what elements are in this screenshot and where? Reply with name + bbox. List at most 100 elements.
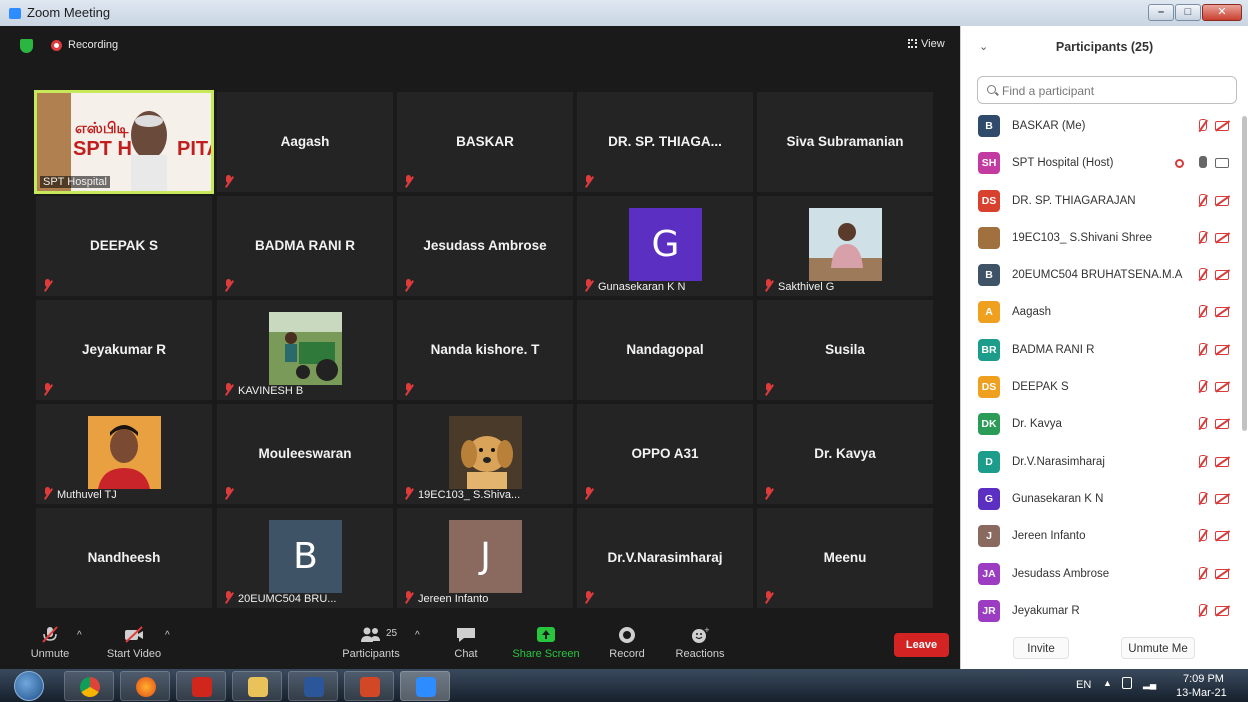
participant-row[interactable]: G Gunasekaran K N bbox=[961, 481, 1241, 518]
close-button[interactable]: ✕ bbox=[1202, 4, 1242, 21]
muted-mic-icon bbox=[223, 175, 234, 187]
clock-time[interactable]: 7:09 PM bbox=[1183, 673, 1224, 685]
video-tile[interactable]: KAVINESH B bbox=[217, 300, 393, 400]
video-tile[interactable]: Muthuvel TJ bbox=[36, 404, 212, 504]
tile-participant-name: DEEPAK S bbox=[89, 238, 158, 253]
language-indicator[interactable]: EN bbox=[1076, 679, 1091, 691]
audio-options-chevron-icon[interactable]: ^ bbox=[77, 630, 82, 641]
tile-participant-name: Mouleeswaran bbox=[258, 446, 352, 461]
mic-muted-icon bbox=[1196, 603, 1208, 618]
title-bar: Zoom Meeting – □ ✕ bbox=[0, 0, 1248, 26]
chat-button[interactable]: Chat bbox=[450, 618, 482, 660]
minimize-button[interactable]: – bbox=[1148, 4, 1174, 21]
invite-button[interactable]: Invite bbox=[1013, 637, 1069, 659]
participant-row[interactable]: JR Jeyakumar R bbox=[961, 593, 1241, 630]
video-tile[interactable]: Dr.V.Narasimharaj bbox=[577, 508, 753, 608]
video-tile[interactable]: DR. SP. THIAGA... bbox=[577, 92, 753, 192]
clock-date[interactable]: 13-Mar-21 bbox=[1176, 687, 1227, 699]
participant-avatar: DS bbox=[978, 376, 1000, 399]
participant-search-input[interactable]: Find a participant bbox=[977, 76, 1237, 104]
video-tile[interactable]: Aagash bbox=[217, 92, 393, 192]
camera-off-icon bbox=[1215, 531, 1229, 542]
participant-list-scrollbar[interactable] bbox=[1242, 116, 1247, 431]
video-tile[interactable]: 19EC103_ S.Shiva... bbox=[397, 404, 573, 504]
video-tile[interactable]: Susila bbox=[757, 300, 933, 400]
participant-row[interactable]: DS DR. SP. THIAGARAJAN bbox=[961, 183, 1241, 220]
start-button[interactable] bbox=[14, 671, 44, 701]
participants-options-chevron-icon[interactable]: ^ bbox=[415, 630, 420, 641]
word-taskbar-icon[interactable] bbox=[288, 671, 338, 701]
mic-muted-icon bbox=[1196, 491, 1208, 506]
participant-name: DEEPAK S bbox=[1012, 381, 1069, 394]
participant-row[interactable]: DS DEEPAK S bbox=[961, 369, 1241, 406]
participant-avatar: SH bbox=[978, 152, 1000, 175]
unmute-button[interactable]: Unmute bbox=[26, 618, 74, 660]
video-tile[interactable]: Nandagopal bbox=[577, 300, 753, 400]
video-tile[interactable]: Nanda kishore. T bbox=[397, 300, 573, 400]
video-tile[interactable]: BASKAR bbox=[397, 92, 573, 192]
tray-expand-icon[interactable]: ▲ bbox=[1103, 678, 1112, 688]
muted-mic-icon bbox=[403, 383, 414, 395]
video-tile[interactable]: B 20EUMC504 BRU... bbox=[217, 508, 393, 608]
video-tile[interactable]: OPPO A31 bbox=[577, 404, 753, 504]
participant-row[interactable]: JA Jesudass Ambrose bbox=[961, 556, 1241, 593]
powerpoint-taskbar-icon[interactable] bbox=[344, 671, 394, 701]
muted-mic-icon bbox=[223, 487, 234, 499]
video-tile[interactable]: Jeyakumar R bbox=[36, 300, 212, 400]
encryption-shield-icon[interactable] bbox=[20, 39, 33, 53]
mic-muted-icon bbox=[1196, 305, 1208, 319]
video-tile[interactable]: Mouleeswaran bbox=[217, 404, 393, 504]
participant-row[interactable]: J Jereen Infanto bbox=[961, 518, 1241, 555]
video-tile[interactable]: Siva Subramanian bbox=[757, 92, 933, 192]
participant-row[interactable]: 19EC103_ S.Shivani Shree bbox=[961, 220, 1241, 257]
participant-row[interactable]: SH SPT Hospital (Host) bbox=[961, 145, 1241, 182]
participant-avatar: JR bbox=[978, 599, 1000, 622]
acrobat-taskbar-icon[interactable] bbox=[176, 671, 226, 701]
video-tile[interactable]: Meenu bbox=[757, 508, 933, 608]
video-tile[interactable]: Jesudass Ambrose bbox=[397, 196, 573, 296]
tile-participant-name: BADMA RANI R bbox=[255, 238, 355, 253]
participant-row[interactable]: BR BADMA RANI R bbox=[961, 332, 1241, 369]
participants-icon bbox=[360, 626, 382, 644]
muted-mic-icon bbox=[42, 487, 53, 499]
participant-row[interactable]: DK Dr. Kavya bbox=[961, 406, 1241, 443]
share-screen-button[interactable]: Share Screen bbox=[512, 618, 580, 660]
tile-participant-name: Siva Subramanian bbox=[786, 134, 904, 149]
participant-row[interactable]: B 20EUMC504 BRUHATSENA.M.A bbox=[961, 257, 1241, 294]
muted-mic-icon bbox=[39, 626, 61, 644]
participants-label: Participants bbox=[342, 648, 400, 660]
reactions-button[interactable]: + Reactions bbox=[674, 618, 726, 660]
camera-off-icon bbox=[1215, 121, 1229, 131]
zoom-taskbar-icon[interactable] bbox=[400, 671, 450, 701]
participant-row[interactable]: D Dr.V.Narasimharaj bbox=[961, 444, 1241, 481]
video-tile[interactable]: Sakthivel G bbox=[757, 196, 933, 296]
participant-row[interactable]: B BASKAR (Me) bbox=[961, 108, 1241, 145]
participant-list: B BASKAR (Me) SH SPT Hospital (Host) DS DR. S… bbox=[961, 108, 1241, 630]
video-tile[interactable]: Dr. Kavya bbox=[757, 404, 933, 504]
video-tile[interactable]: DEEPAK S bbox=[36, 196, 212, 296]
unmute-me-button[interactable]: Unmute Me bbox=[1121, 637, 1195, 659]
start-video-button[interactable]: Start Video bbox=[103, 618, 165, 660]
tile-profile-photo bbox=[809, 208, 882, 281]
file-explorer-taskbar-icon[interactable] bbox=[232, 671, 282, 701]
video-tile[interactable]: J Jereen Infanto bbox=[397, 508, 573, 608]
network-signal-icon[interactable]: ▂▄ bbox=[1143, 679, 1156, 690]
tile-avatar: J bbox=[449, 520, 522, 593]
camera-off-icon bbox=[1215, 456, 1229, 467]
video-options-chevron-icon[interactable]: ^ bbox=[165, 630, 170, 641]
action-center-icon[interactable] bbox=[1122, 677, 1132, 689]
participants-button[interactable]: Participants bbox=[340, 618, 402, 660]
video-tile[interactable]: BADMA RANI R bbox=[217, 196, 393, 296]
leave-button[interactable]: Leave bbox=[894, 633, 949, 657]
participant-name: SPT Hospital (Host) bbox=[1012, 157, 1114, 170]
video-tile[interactable]: G Gunasekaran K N bbox=[577, 196, 753, 296]
tile-participant-label: Gunasekaran K N bbox=[598, 281, 686, 293]
chrome-taskbar-icon[interactable] bbox=[64, 671, 114, 701]
view-button[interactable]: View bbox=[908, 38, 945, 50]
record-button[interactable]: Record bbox=[606, 618, 648, 660]
firefox-taskbar-icon[interactable] bbox=[120, 671, 170, 701]
maximize-button[interactable]: □ bbox=[1175, 4, 1201, 21]
video-tile[interactable]: எஸ்பிடிSPT H PITAL SPT Hospital bbox=[34, 90, 214, 194]
participant-row[interactable]: A Aagash bbox=[961, 294, 1241, 331]
video-tile[interactable]: Nandheesh bbox=[36, 508, 212, 608]
